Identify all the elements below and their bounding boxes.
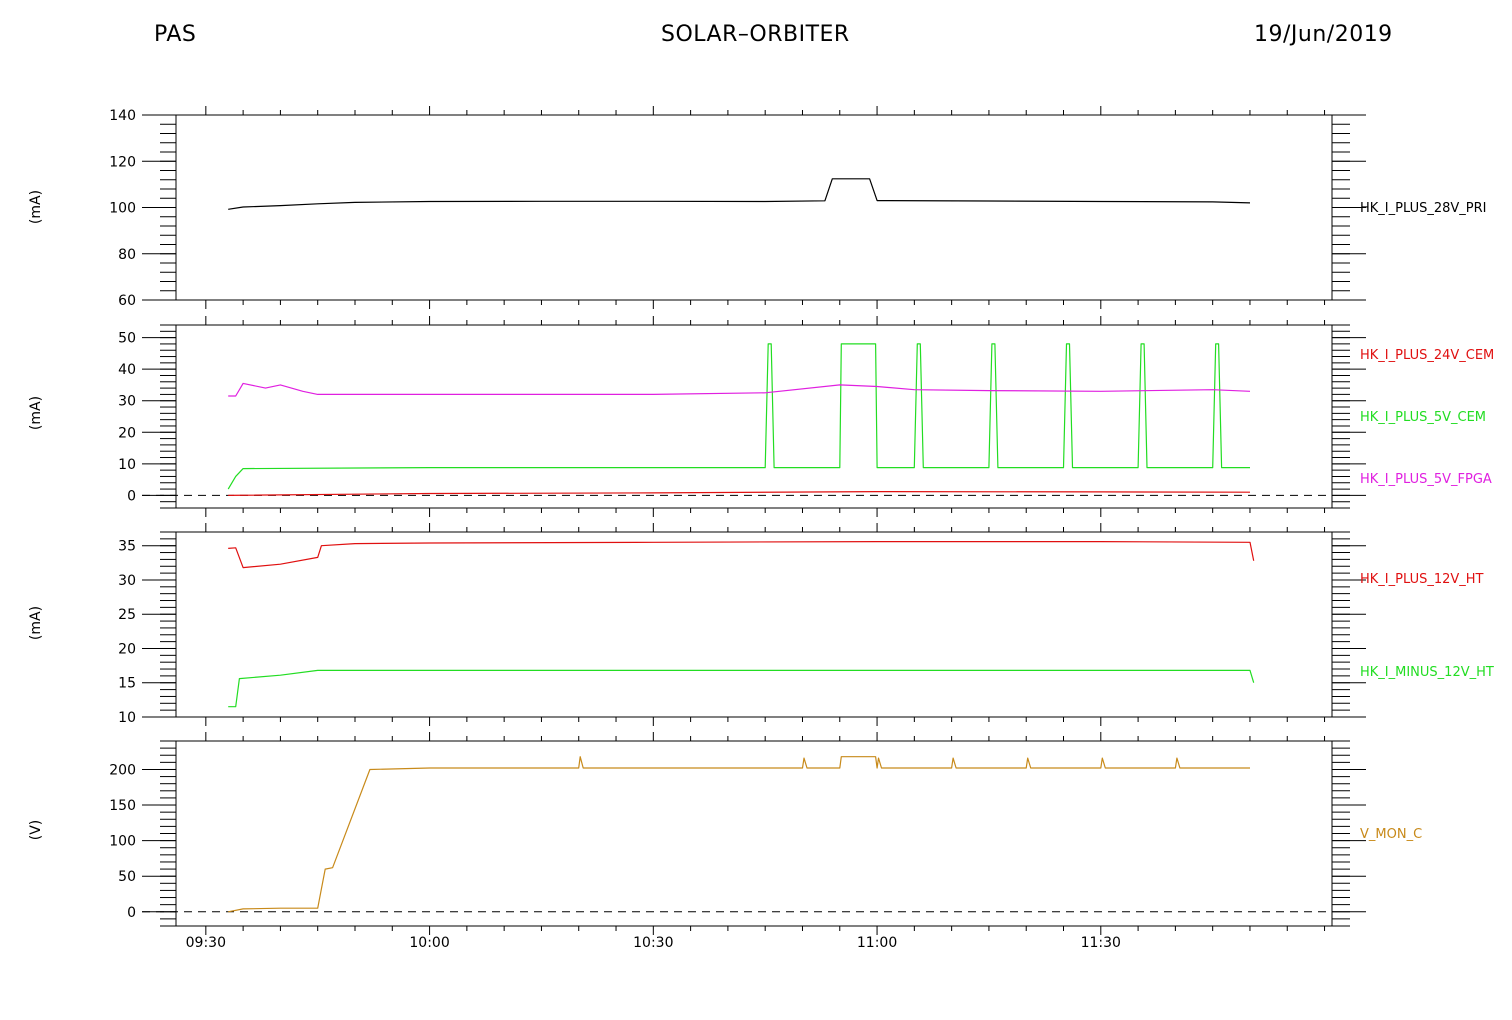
x-tick-label: 10:00 — [409, 935, 449, 951]
y-tick-label: 50 — [118, 331, 136, 347]
chart-panel-4: 0 50 100 150 200 V_MON_C (V) 09:30 10:00 10:30 11:… — [28, 732, 1422, 951]
y-tick-label: 60 — [118, 293, 136, 309]
plot-frame — [175, 531, 1333, 718]
legend-entry: HK_I_PLUS_28V_PRI — [1360, 201, 1486, 216]
series-line — [227, 343, 1250, 490]
y-axis-label: (mA) — [28, 396, 44, 430]
legend-entry: HK_I_PLUS_5V_FPGA — [1360, 472, 1492, 487]
legend-entry: HK_I_PLUS_12V_HT — [1360, 572, 1484, 587]
y-tick-label: 10 — [118, 710, 136, 726]
chart-panel-2: 0 10 20 30 40 50 HK_I_PLUS_24V_CEM HK_I_PLUS_5V… — [28, 316, 1494, 517]
series-line — [228, 669, 1255, 708]
y-tick-label: 50 — [118, 869, 136, 885]
y-tick-label: 10 — [118, 457, 136, 473]
x-tick-label: 09:30 — [186, 935, 226, 951]
series-line — [228, 382, 1251, 397]
y-tick-label: 120 — [109, 154, 136, 170]
y-tick-label: 140 — [109, 108, 136, 124]
series-line — [228, 178, 1251, 210]
y-tick-label: 25 — [118, 607, 136, 623]
y-tick-label: 15 — [118, 676, 136, 692]
y-axis-label: (mA) — [28, 606, 44, 640]
y-axis-label: (mA) — [28, 190, 44, 224]
legend-entry: V_MON_C — [1360, 827, 1422, 842]
y-tick-label: 150 — [109, 798, 136, 814]
y-tick-label: 30 — [118, 394, 136, 410]
series-line — [228, 756, 1250, 913]
plot-frame — [175, 324, 1333, 509]
y-tick-label: 30 — [118, 573, 136, 589]
y-tick-label: 100 — [109, 201, 136, 217]
legend-entry: HK_I_MINUS_12V_HT — [1360, 665, 1494, 680]
y-tick-label: 20 — [118, 425, 136, 441]
x-tick-label: 10:30 — [633, 935, 673, 951]
y-tick-label: 200 — [109, 762, 136, 778]
plot-frame — [175, 114, 1333, 301]
series-line — [228, 491, 1251, 496]
y-tick-label: 0 — [127, 905, 136, 921]
y-tick-label: 35 — [118, 539, 136, 555]
y-tick-label: 20 — [118, 641, 136, 657]
legend-entry: HK_I_PLUS_5V_CEM — [1360, 410, 1486, 425]
chart-panel-3: 10 15 20 25 30 35 HK_I_PLUS_12V_HT HK_I_MINUS_1… — [28, 523, 1494, 726]
legend-entry: HK_I_PLUS_24V_CEM — [1360, 348, 1494, 363]
x-tick-label: 11:00 — [857, 935, 897, 951]
housekeeping-plot: 6080100120140HK_I_PLUS_28V_PRI(mA)010203… — [28, 106, 1494, 951]
y-axis-label: (V) — [28, 820, 44, 841]
y-tick-label: 40 — [118, 362, 136, 378]
y-tick-label: 100 — [109, 834, 136, 850]
chart-panel-1: 60 80 100 120 140 HK_I_PLUS_28V_PRI (mA) — [28, 106, 1486, 309]
y-tick-label: 80 — [118, 247, 136, 263]
plot-frame — [175, 740, 1333, 927]
series-line — [228, 540, 1255, 569]
x-tick-label: 11:30 — [1081, 935, 1121, 951]
y-tick-label: 0 — [127, 488, 136, 504]
